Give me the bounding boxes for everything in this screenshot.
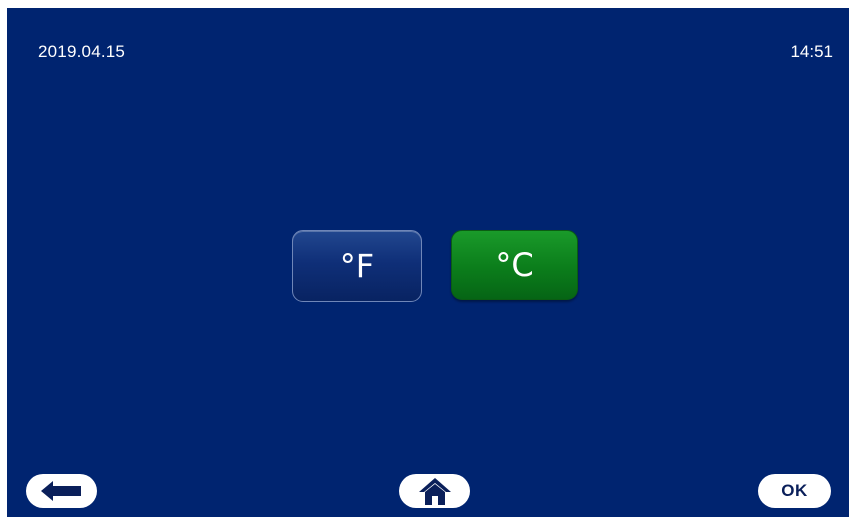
ok-button[interactable]: OK <box>758 474 831 508</box>
fahrenheit-button[interactable]: °F <box>292 230 422 302</box>
date-display: 2019.04.15 <box>38 42 126 61</box>
home-button[interactable] <box>399 474 470 508</box>
back-arrow-icon <box>40 481 81 501</box>
ok-label: OK <box>781 481 808 500</box>
fahrenheit-label: °F <box>339 247 375 285</box>
time-display: 14:51 <box>790 42 833 61</box>
celsius-button[interactable]: °C <box>451 230 578 300</box>
screen: 2019.04.15 14:51 °F °C OK <box>7 8 849 517</box>
back-button[interactable] <box>26 474 97 508</box>
celsius-label: °C <box>495 246 534 284</box>
home-icon <box>418 478 451 505</box>
